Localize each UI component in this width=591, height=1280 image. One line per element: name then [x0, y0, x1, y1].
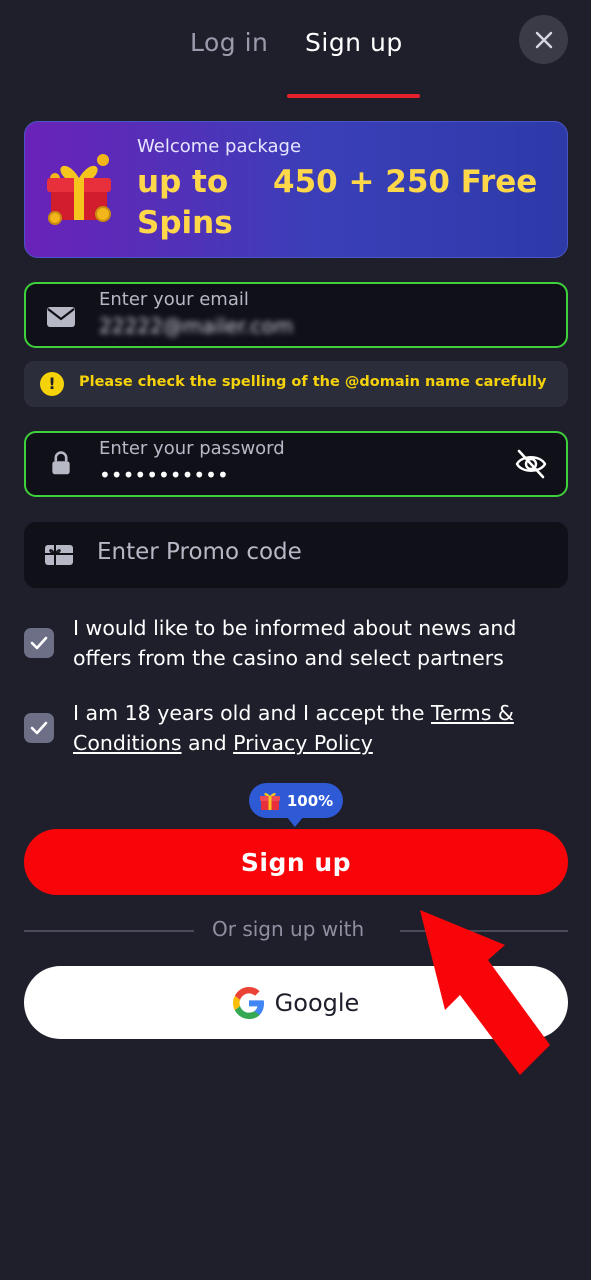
news-consent-line2: offers from the casino and select partne… [73, 646, 504, 670]
divider-text: Or sign up with [212, 917, 365, 941]
email-field[interactable]: Enter your email 22222@mailer.com [24, 282, 568, 348]
warning-icon: ! [40, 372, 64, 396]
welcome-banner: Welcome package up to 450 + 250 Free Spi… [24, 121, 568, 258]
check-icon [30, 721, 48, 735]
lock-icon [52, 451, 70, 475]
email-label: Enter your email [99, 289, 249, 310]
google-button-label: Google [274, 988, 360, 1017]
mail-icon [47, 307, 75, 327]
news-consent-line1: I would like to be informed about news a… [73, 616, 517, 640]
close-icon [535, 31, 552, 48]
news-consent-text: I would like to be informed about news a… [73, 613, 553, 673]
promo-placeholder: Enter Promo code [97, 539, 302, 565]
divider-left [24, 930, 194, 932]
bonus-badge-text: 100% [286, 791, 334, 810]
signup-button[interactable]: Sign up [24, 829, 568, 895]
email-warning: ! Please check the spelling of the @doma… [24, 361, 568, 407]
terms-and: and [181, 731, 234, 755]
eye-off-icon[interactable] [514, 447, 548, 481]
conditions-link[interactable]: Conditions [73, 731, 182, 755]
password-value: ••••••••••• [99, 463, 229, 487]
warning-text: Please check the spelling of the @domain… [79, 374, 547, 390]
bonus-badge: 100% [249, 783, 343, 818]
google-icon [232, 986, 264, 1019]
banner-amount: 450 + 250 Free [273, 164, 538, 200]
password-label: Enter your password [99, 438, 285, 459]
gift-icon [259, 792, 280, 810]
gift-box-icon [47, 154, 111, 225]
active-tab-indicator [287, 94, 420, 98]
email-value: 22222@mailer.com [99, 314, 294, 338]
red-arrow-annotation [420, 910, 550, 1075]
password-field[interactable]: Enter your password ••••••••••• [24, 431, 568, 497]
banner-line1: up to [137, 164, 229, 200]
terms-link[interactable]: Terms & [431, 701, 514, 725]
tab-login[interactable]: Log in [190, 28, 268, 57]
close-button[interactable] [519, 15, 568, 64]
coupon-icon [45, 545, 73, 565]
banner-subtitle: Welcome package [137, 136, 302, 157]
check-icon [30, 636, 48, 650]
tab-signup[interactable]: Sign up [305, 28, 403, 57]
news-consent-checkbox[interactable] [24, 628, 54, 658]
promo-code-field[interactable]: Enter Promo code [24, 522, 568, 588]
privacy-policy-link[interactable]: Privacy Policy [233, 731, 373, 755]
terms-prefix: I am 18 years old and I accept the [73, 701, 431, 725]
banner-line2: Spins [137, 205, 233, 241]
bonus-badge-pointer [286, 816, 304, 827]
terms-consent-text: I am 18 years old and I accept the Terms… [73, 698, 553, 758]
terms-consent-checkbox[interactable] [24, 713, 54, 743]
